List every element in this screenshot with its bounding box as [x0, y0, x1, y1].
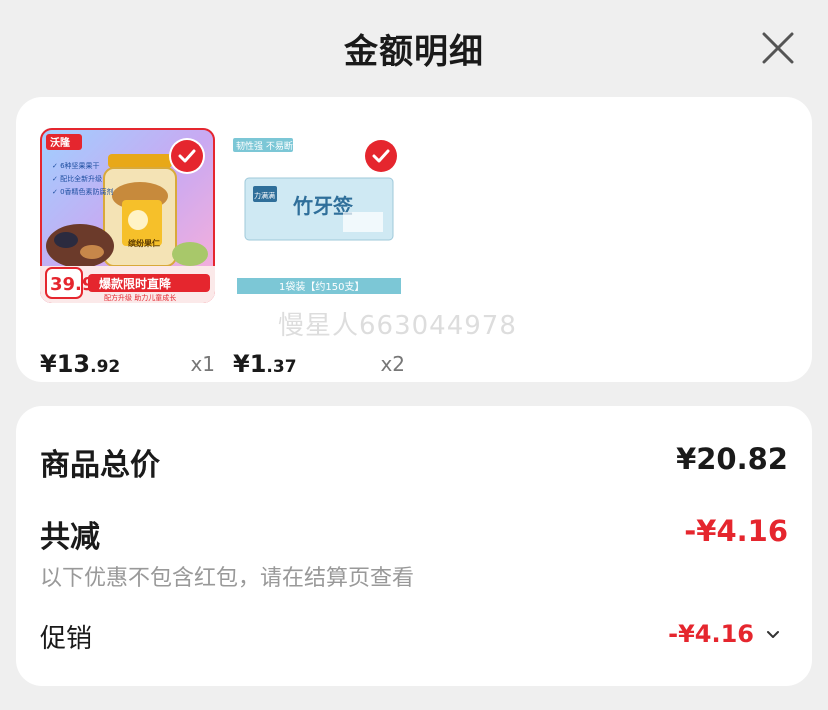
svg-text:✓ 6种坚果果干: ✓ 6种坚果果干: [52, 161, 100, 170]
header: 金额明细: [0, 0, 828, 96]
watermark: 慢星人663044978: [278, 311, 517, 341]
reduction-label: 共减: [40, 520, 100, 555]
selected-check-icon[interactable]: [365, 140, 397, 172]
discount-note: 以下优惠不包含红包，请在结算页查看: [40, 566, 415, 591]
product-thumbnail[interactable]: 39.9 爆款限时直降 配方升级 助力儿童成长 沃隆 缤纷果仁 ✓ 6种坚果果干…: [40, 128, 215, 303]
svg-text:沃隆: 沃隆: [50, 136, 71, 149]
page-title: 金额明细: [344, 32, 484, 72]
total-value: ¥20.82: [676, 442, 788, 476]
svg-text:1袋装【约150支】: 1袋装【约150支】: [279, 280, 364, 293]
promotion-value[interactable]: -¥4.16: [668, 620, 754, 648]
product-quantity: x1: [190, 352, 215, 376]
reduction-value: -¥4.16: [684, 514, 788, 548]
product-thumbnail[interactable]: 韧性强 不易断 力满满 竹牙签 1袋装【约150支】: [233, 128, 405, 303]
chevron-down-icon[interactable]: [766, 630, 780, 640]
svg-text:✓ 配比全新升级: ✓ 配比全新升级: [52, 174, 102, 183]
svg-text:39.9: 39.9: [50, 274, 94, 295]
products-card: 39.9 爆款限时直降 配方升级 助力儿童成长 沃隆 缤纷果仁 ✓ 6种坚果果干…: [16, 97, 812, 382]
product-price: ¥1.37: [233, 350, 297, 378]
svg-text:韧性强 不易断: 韧性强 不易断: [236, 140, 293, 152]
close-icon[interactable]: [760, 30, 796, 66]
selected-check-icon[interactable]: [171, 140, 203, 172]
product-item[interactable]: 39.9 爆款限时直降 配方升级 助力儿童成长 沃隆 缤纷果仁 ✓ 6种坚果果干…: [40, 128, 215, 378]
svg-text:力满满: 力满满: [254, 191, 275, 200]
total-label: 商品总价: [40, 448, 160, 483]
product-quantity: x2: [380, 352, 405, 376]
product-price: ¥13.92: [40, 350, 121, 378]
svg-text:爆款限时直降: 爆款限时直降: [99, 276, 172, 291]
promotion-label: 促销: [40, 624, 93, 654]
svg-text:缤纷果仁: 缤纷果仁: [128, 238, 160, 248]
product-item[interactable]: 韧性强 不易断 力满满 竹牙签 1袋装【约150支】 ¥1.37 x2: [233, 128, 405, 378]
svg-text:✓ 0香精色素防腐剂: ✓ 0香精色素防腐剂: [52, 187, 114, 196]
price-summary-card: 商品总价 ¥20.82 共减 -¥4.16 以下优惠不包含红包，请在结算页查看 …: [16, 406, 812, 686]
svg-text:配方升级 助力儿童成长: 配方升级 助力儿童成长: [104, 293, 176, 302]
